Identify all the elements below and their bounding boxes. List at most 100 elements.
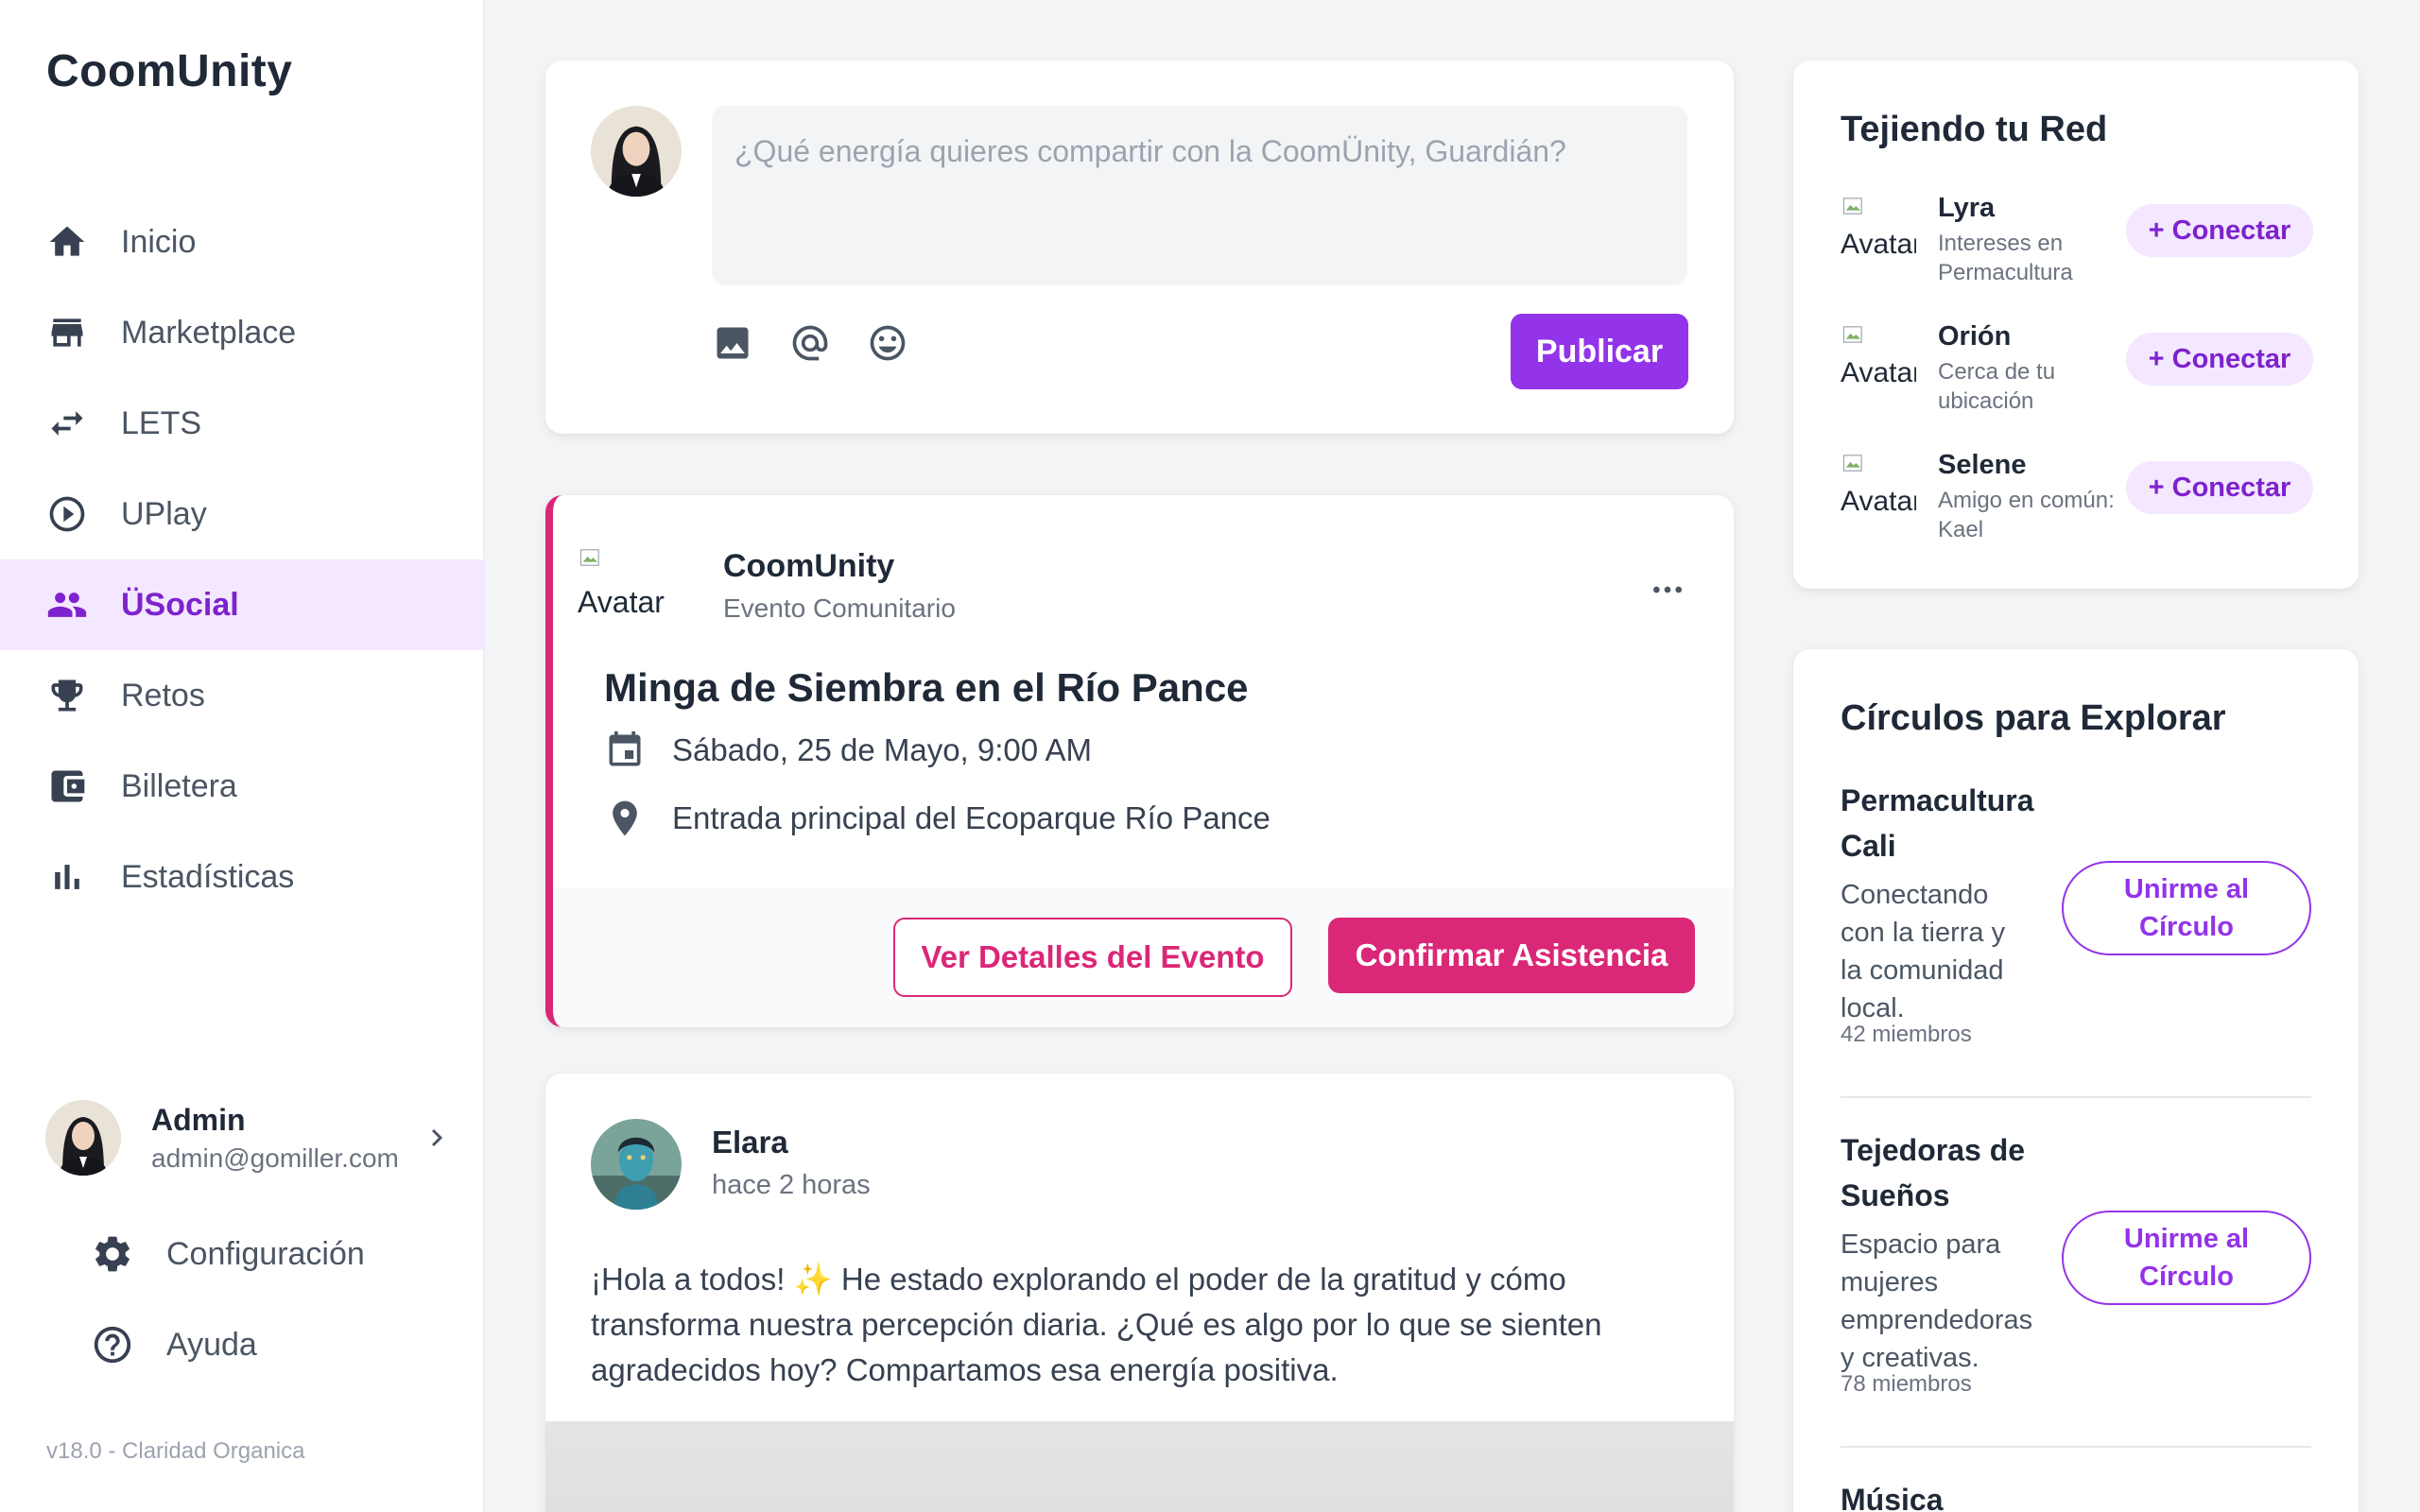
event-location: Entrada principal del Ecoparque Río Panc… — [672, 800, 1270, 835]
avatar: Avatar — [1841, 450, 1916, 518]
nav-item-label: Retos — [121, 677, 205, 713]
event-actions: Ver Detalles del Evento Confirmar Asiste… — [553, 887, 1734, 1027]
nav-item-uplay[interactable]: UPlay — [0, 469, 485, 559]
location-pin-icon — [613, 800, 637, 836]
broken-image-icon — [1842, 198, 1862, 215]
trophy-icon — [45, 674, 89, 717]
home-icon — [45, 220, 89, 264]
broken-image-icon — [1842, 455, 1862, 472]
user-email: admin@gomiller.com — [151, 1143, 399, 1173]
settings-link[interactable]: Configuración — [91, 1232, 365, 1276]
nav-item-billetera[interactable]: Billetera — [0, 741, 485, 832]
circle-name[interactable]: Música — [1841, 1477, 2067, 1512]
avatar-alt-text: Avatar — [1841, 486, 1916, 517]
network-suggestions: Tejiendo tu Red Avatar Lyra Intereses en… — [1793, 60, 2359, 589]
avatar: Avatar — [1841, 193, 1916, 261]
gear-icon — [95, 1236, 130, 1272]
help-link[interactable]: Ayuda — [91, 1323, 257, 1366]
people-icon — [45, 583, 89, 627]
avatar — [591, 106, 682, 197]
publish-button[interactable]: Publicar — [1511, 314, 1688, 389]
avatar-alt-text: Avatar — [578, 585, 665, 619]
suggestion-item: Avatar Lyra Intereses en Permacultura + … — [1841, 193, 2313, 291]
nav-item-lets[interactable]: LETS — [0, 378, 485, 469]
post-body: ¡Hola a todos! ✨ He estado explorando el… — [591, 1262, 1602, 1387]
confirm-attendance-button[interactable]: Confirmar Asistencia — [1328, 918, 1695, 993]
connect-button[interactable]: + Conectar — [2126, 461, 2313, 514]
composer-tools — [712, 322, 908, 364]
event-details-button[interactable]: Ver Detalles del Evento — [893, 918, 1292, 997]
circle-item: Música — [1841, 1477, 2311, 1512]
avatar: Avatar — [578, 544, 668, 620]
calendar-icon — [609, 730, 641, 766]
connect-button[interactable]: + Conectar — [2126, 333, 2313, 386]
bar-chart-icon — [45, 855, 89, 899]
circle-members: 42 miembros — [1841, 1022, 1972, 1047]
avatar: Avatar — [1841, 321, 1916, 389]
swap-icon — [45, 402, 89, 445]
suggestion-item: Avatar Orión Cerca de tu ubicación + Con… — [1841, 321, 2313, 420]
event-title: Minga de Siembra en el Río Pance — [604, 665, 1249, 710]
broken-image-icon — [579, 549, 599, 566]
settings-label: Configuración — [166, 1235, 365, 1272]
network-title: Tejiendo tu Red — [1841, 110, 2108, 149]
nav-item-label: Billetera — [121, 767, 237, 804]
event-type: Evento Comunitario — [723, 593, 956, 623]
more-options-icon[interactable] — [1649, 571, 1686, 609]
event-card: Avatar CoomUnity Evento Comunitario Ming… — [545, 495, 1734, 1027]
suggestion-reason: Amigo en común: Kael — [1938, 488, 2115, 542]
circle-description: Espacio para mujeres emprendedoras y cre… — [1841, 1229, 2033, 1373]
circle-item: Permacultura Cali Conectando con la tier… — [1841, 778, 2311, 1047]
avatar[interactable] — [591, 1119, 682, 1210]
user-profile[interactable]: Admin admin@gomiller.com — [45, 1098, 452, 1177]
suggestion-name[interactable]: Orión — [1938, 321, 2011, 352]
mention-icon[interactable] — [789, 322, 831, 364]
circle-name[interactable]: Permacultura Cali — [1841, 778, 2067, 868]
nav-item-inicio[interactable]: Inicio — [0, 197, 485, 287]
app-logo[interactable]: CoomUnity — [46, 45, 292, 97]
suggestion-reason: Intereses en Permacultura — [1938, 231, 2073, 285]
help-circle-icon — [94, 1326, 131, 1364]
nav-item-marketplace[interactable]: Marketplace — [0, 287, 485, 378]
user-name: Admin — [151, 1102, 246, 1137]
connect-button[interactable]: + Conectar — [2126, 204, 2313, 257]
nav-item-label: UPlay — [121, 495, 207, 532]
circles-to-explore: Círculos para Explorar Permacultura Cali… — [1793, 649, 2359, 1512]
avatar-alt-text: Avatar — [1841, 229, 1916, 260]
suggestion-item: Avatar Selene Amigo en común: Kael + Con… — [1841, 450, 2313, 548]
nav-item-estadisticas[interactable]: Estadísticas — [0, 832, 485, 922]
divider — [1841, 1446, 2311, 1448]
post-timestamp: hace 2 horas — [712, 1170, 871, 1200]
event-date: Sábado, 25 de Mayo, 9:00 AM — [672, 732, 1092, 767]
suggestion-name[interactable]: Selene — [1938, 450, 2027, 481]
nav-item-label: Marketplace — [121, 314, 297, 351]
post-card: Elara hace 2 horas ¡Hola a todos! ✨ He e… — [545, 1074, 1734, 1512]
divider — [1841, 1096, 2311, 1098]
post-image[interactable] — [545, 1421, 1734, 1512]
nav-item-retos[interactable]: Retos — [0, 650, 485, 741]
circles-title: Círculos para Explorar — [1841, 698, 2226, 738]
event-location-row: Entrada principal del Ecoparque Río Panc… — [604, 798, 1270, 839]
join-circle-button[interactable]: Unirme al Círculo — [2062, 1211, 2311, 1305]
circle-members: 78 miembros — [1841, 1371, 1972, 1397]
app-version: v18.0 - Claridad Organica — [46, 1438, 305, 1464]
join-circle-button[interactable]: Unirme al Círculo — [2062, 861, 2311, 955]
main-nav: Inicio Marketplace LETS UPlay ÜSocial Re… — [0, 197, 485, 922]
broken-image-icon — [1842, 326, 1862, 343]
circle-name[interactable]: Tejedoras de Sueños — [1841, 1127, 2067, 1218]
nav-item-label: ÜSocial — [121, 586, 239, 623]
suggestion-name[interactable]: Lyra — [1938, 193, 1995, 224]
post-composer: ¿Qué energía quieres compartir con la Co… — [545, 60, 1734, 434]
circle-description: Conectando con la tierra y la comunidad … — [1841, 880, 2006, 1023]
avatar-alt-text: Avatar — [1841, 357, 1916, 388]
nav-item-usocial[interactable]: ÜSocial — [0, 559, 485, 650]
nav-item-label: Inicio — [121, 223, 197, 260]
nav-item-label: Estadísticas — [121, 858, 295, 895]
event-organizer[interactable]: CoomUnity — [723, 548, 894, 585]
post-input[interactable]: ¿Qué energía quieres compartir con la Co… — [712, 106, 1687, 285]
image-icon[interactable] — [712, 322, 753, 364]
wallet-icon — [45, 765, 89, 808]
chevron-right-icon[interactable] — [422, 1123, 452, 1153]
emoji-icon[interactable] — [867, 322, 908, 364]
post-author[interactable]: Elara — [712, 1125, 788, 1160]
